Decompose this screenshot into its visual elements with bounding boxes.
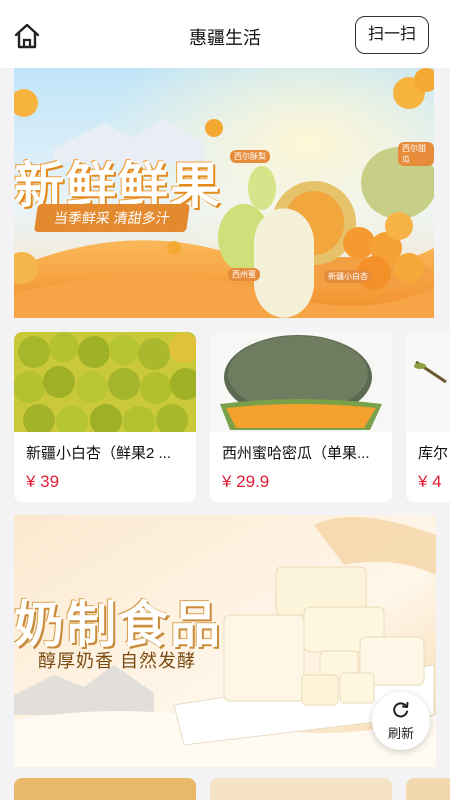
product-name: 西州蜜哈密瓜（单果...: [222, 445, 370, 462]
fruit-tag: 西州蜜: [228, 268, 260, 281]
fruit-tag: 西尔甜瓜: [398, 142, 434, 166]
product-price: ¥ 4: [418, 472, 442, 491]
fresh-fruit-banner[interactable]: 新鲜鲜果 当季鲜采 清甜多汁 西尔酥梨 西尔甜瓜 西州蜜 新疆小白杏: [14, 68, 434, 318]
fruit-tag: 西尔酥梨: [230, 150, 270, 163]
product-name: 新疆小白杏（鲜果2 ...: [26, 445, 172, 462]
refresh-label: 刷新: [387, 726, 414, 741]
product-card[interactable]: [14, 778, 196, 800]
product-list: 新疆小白杏（鲜果2 ... ¥ 39 西州蜜哈密瓜（单果... ¥ 29.9 库…: [14, 332, 450, 504]
product-card[interactable]: 库尔 ¥ 4: [406, 332, 450, 502]
scan-button[interactable]: 扫一扫: [355, 16, 429, 54]
fruit-tag: 新疆小白杏: [324, 270, 372, 283]
product-image: [210, 332, 392, 432]
product-price: ¥ 39: [26, 472, 60, 491]
product-card[interactable]: 新疆小白杏（鲜果2 ... ¥ 39: [14, 332, 196, 502]
top-bar: 惠疆生活 扫一扫: [0, 0, 450, 68]
banner-subtitle: 当季鲜采 清甜多汁: [34, 204, 190, 232]
product-card[interactable]: [210, 778, 392, 800]
product-name: 库尔: [418, 445, 449, 462]
banner-subtitle: 醇厚奶香 自然发酵: [38, 651, 197, 671]
next-product-row: [14, 778, 450, 800]
refresh-icon: [393, 702, 409, 718]
product-image: [406, 332, 450, 432]
product-card[interactable]: 西州蜜哈密瓜（单果... ¥ 29.9: [210, 332, 392, 502]
product-card[interactable]: [406, 778, 450, 800]
refresh-button[interactable]: 刷新: [372, 692, 430, 750]
product-price: ¥ 29.9: [222, 472, 270, 491]
product-image: [14, 332, 196, 432]
